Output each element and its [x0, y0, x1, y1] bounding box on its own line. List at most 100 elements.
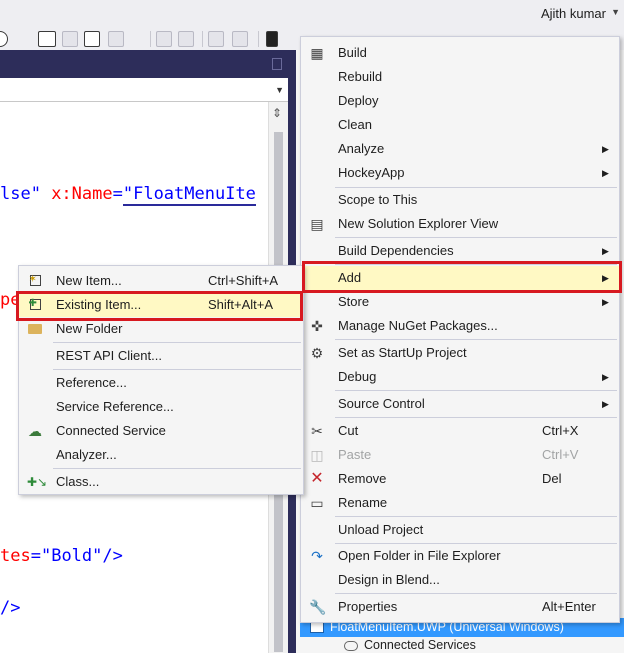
submenu-item-class[interactable]: ✚↘ Class... — [19, 470, 303, 494]
solution-explorer-item[interactable]: Connected Services — [344, 638, 476, 652]
device-icon[interactable] — [62, 31, 78, 47]
menu-item-hockeyapp[interactable]: HockeyApp ▶ — [301, 161, 619, 185]
menu-item-label: Class... — [56, 474, 100, 489]
menu-item-build[interactable]: ▦ Build — [301, 41, 619, 65]
menu-item-unload-project[interactable]: Unload Project — [301, 518, 619, 542]
menu-item-label: Clean — [338, 117, 372, 132]
solution-explorer-icon: ▤ — [310, 216, 324, 232]
menu-item-label: Cut — [338, 423, 359, 438]
menu-item-label: HockeyApp — [338, 165, 405, 180]
user-dropdown-icon[interactable]: ▼ — [611, 7, 620, 17]
menu-item-source-control[interactable]: Source Control ▶ — [301, 392, 619, 416]
scissors-icon: ✂ — [311, 423, 323, 439]
menu-item-label: Connected Service — [56, 423, 166, 438]
menu-item-label: Reference... — [56, 375, 127, 390]
submenu-arrow-icon: ▶ — [602, 246, 609, 256]
menu-item-label: Rebuild — [338, 69, 383, 84]
menu-item-store[interactable]: Store ▶ — [301, 290, 619, 314]
menu-item-new-solution-explorer-view[interactable]: ▤ New Solution Explorer View — [301, 212, 619, 236]
menu-item-rebuild[interactable]: Rebuild — [301, 65, 619, 89]
comment-icon[interactable] — [208, 31, 224, 47]
submenu-item-analyzer[interactable]: Analyzer... — [19, 443, 303, 467]
uncomment-icon[interactable] — [232, 31, 248, 47]
menu-item-open-folder[interactable]: ↷ Open Folder in File Explorer — [301, 544, 619, 568]
submenu-arrow-icon: ▶ — [602, 297, 609, 307]
menu-item-label: Set as StartUp Project — [338, 345, 467, 360]
submenu-item-service-reference[interactable]: Service Reference... — [19, 395, 303, 419]
code-token-equals: = — [112, 184, 123, 204]
menu-separator — [335, 593, 617, 594]
menu-item-remove[interactable]: ✕ Remove Del — [301, 467, 619, 491]
monitor-icon[interactable] — [38, 31, 56, 47]
menu-separator — [53, 342, 301, 343]
menu-item-label: Rename — [338, 495, 388, 510]
code-token-value-end: lse" — [0, 184, 52, 204]
menu-item-deploy[interactable]: Deploy — [301, 89, 619, 113]
menu-item-build-dependencies[interactable]: Build Dependencies ▶ — [301, 239, 619, 263]
menu-item-label: Deploy — [338, 93, 379, 108]
menu-item-label: Open Folder in File Explorer — [338, 548, 501, 563]
phone-icon[interactable] — [84, 31, 100, 47]
menu-item-label: Build Dependencies — [338, 243, 454, 258]
menu-item-label: Manage NuGet Packages... — [338, 318, 498, 333]
annotation-highlight-existing-item — [16, 291, 303, 321]
menu-item-label: REST API Client... — [56, 348, 162, 363]
menu-item-cut[interactable]: ✂ Cut Ctrl+X — [301, 419, 619, 443]
submenu-item-rest-api-client[interactable]: REST API Client... — [19, 344, 303, 368]
new-item-icon: ✶ — [27, 273, 43, 289]
paste-icon: ◫ — [310, 447, 324, 463]
toolbar — [0, 28, 300, 50]
connected-services-icon — [344, 640, 358, 651]
menu-item-label: Source Control — [338, 396, 425, 411]
menu-item-label: Properties — [338, 599, 398, 614]
split-editor-icon[interactable]: ⇕ — [272, 106, 282, 120]
align-left-icon[interactable] — [156, 31, 172, 47]
menu-item-label: Unload Project — [338, 522, 424, 537]
submenu-arrow-icon: ▶ — [602, 168, 609, 178]
menu-item-label: Service Reference... — [56, 399, 174, 414]
menu-item-label: Build — [338, 45, 367, 60]
rename-icon: ▭ — [310, 495, 324, 511]
menu-item-scope-to-this[interactable]: Scope to This — [301, 188, 619, 212]
submenu-arrow-icon: ▶ — [602, 372, 609, 382]
menu-item-label: New Item... — [56, 273, 122, 288]
user-name[interactable]: Ajith kumar — [541, 6, 606, 21]
pin-icon[interactable] — [272, 58, 282, 70]
menu-item-design-in-blend[interactable]: Design in Blend... — [301, 568, 619, 592]
wrench-icon: 🔧 — [309, 599, 327, 615]
submenu-item-connected-service[interactable]: ☁ Connected Service — [19, 419, 303, 443]
chevron-down-icon[interactable]: ▼ — [275, 85, 284, 95]
menu-item-rename[interactable]: ▭ Rename — [301, 491, 619, 515]
menu-separator — [335, 237, 617, 238]
menu-item-debug[interactable]: Debug ▶ — [301, 365, 619, 389]
menu-item-label: Scope to This — [338, 192, 418, 207]
align-right-icon[interactable] — [178, 31, 194, 47]
class-icon: ✚↘ — [27, 475, 48, 489]
solution-item-label: Connected Services — [364, 638, 476, 652]
menu-item-properties[interactable]: 🔧 Properties Alt+Enter — [301, 595, 619, 619]
layout-icon[interactable] — [108, 31, 124, 47]
menu-item-manage-nuget[interactable]: ✜ Manage NuGet Packages... — [301, 314, 619, 338]
submenu-item-reference[interactable]: Reference... — [19, 371, 303, 395]
menu-item-label: Store — [338, 294, 370, 309]
menu-separator — [335, 390, 617, 391]
menu-item-clean[interactable]: Clean — [301, 113, 619, 137]
menu-separator — [53, 369, 301, 370]
code-token-attr: tes — [0, 546, 31, 566]
menu-item-analyze[interactable]: Analyze ▶ — [301, 137, 619, 161]
toolbar-navigate-icon[interactable] — [0, 31, 8, 47]
editor-tab-strip — [0, 50, 288, 78]
gear-icon: ⚙ — [310, 345, 324, 361]
submenu-item-new-item[interactable]: ✶ New Item... Ctrl+Shift+A — [19, 269, 303, 293]
nuget-icon: ✜ — [311, 318, 323, 334]
code-line-3: tes="Bold"/> — [0, 546, 123, 566]
menu-separator — [53, 468, 301, 469]
menu-item-label: Design in Blend... — [338, 572, 440, 587]
remove-x-icon: ✕ — [310, 470, 324, 487]
bookmark-icon[interactable] — [266, 31, 278, 47]
menu-item-label: Remove — [338, 471, 387, 486]
menu-item-label: New Solution Explorer View — [338, 216, 499, 231]
editor-navigation-bar[interactable]: ▼ — [0, 78, 288, 102]
menu-item-set-startup[interactable]: ⚙ Set as StartUp Project — [301, 341, 619, 365]
connected-service-icon: ☁ — [28, 423, 42, 439]
